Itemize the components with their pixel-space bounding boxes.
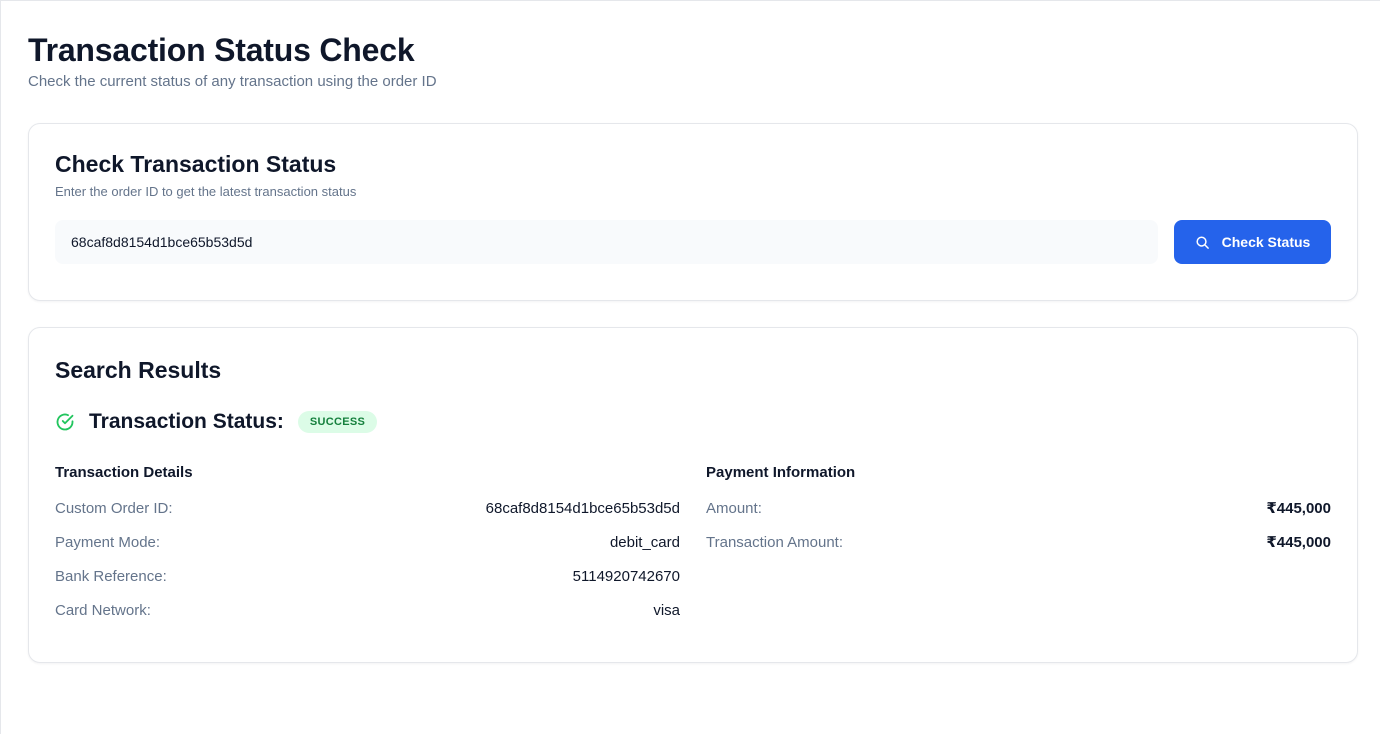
detail-label: Bank Reference:: [55, 568, 167, 585]
payment-row-amount: Amount: ₹445,000: [706, 500, 1331, 534]
status-badge: SUCCESS: [297, 411, 378, 433]
payment-row-transaction-amount: Transaction Amount: ₹445,000: [706, 534, 1331, 568]
detail-value: 68caf8d8154d1bce65b53d5d: [485, 500, 680, 517]
page: Transaction Status Check Check the curre…: [1, 1, 1380, 663]
detail-value: debit_card: [609, 534, 680, 551]
page-subtitle: Check the current status of any transact…: [28, 73, 437, 90]
search-results-title: Search Results: [55, 357, 222, 383]
check-status-button[interactable]: Check Status: [1174, 220, 1331, 264]
search-results-card: Search Results Transaction Status: SUCCE…: [28, 327, 1358, 663]
payment-information-title: Payment Information: [706, 464, 856, 481]
transaction-status-label: Transaction Status:: [89, 410, 284, 433]
detail-value: visa: [653, 602, 680, 619]
search-icon: [1195, 235, 1210, 250]
check-status-card-description: Enter the order ID to get the latest tra…: [55, 184, 357, 199]
detail-row-card-network: Card Network: visa: [55, 602, 680, 636]
transaction-status-row: Transaction Status: SUCCESS: [55, 410, 1331, 434]
detail-row-bank-reference: Bank Reference: 5114920742670: [55, 568, 680, 602]
order-id-input[interactable]: [55, 220, 1158, 264]
transaction-details-title: Transaction Details: [55, 464, 193, 481]
details-grid: Transaction Details Custom Order ID: 68c…: [55, 464, 1331, 636]
detail-label: Custom Order ID:: [55, 500, 173, 517]
check-status-button-label: Check Status: [1221, 234, 1311, 250]
search-row: Check Status: [55, 220, 1331, 264]
check-circle-icon: [55, 412, 75, 432]
detail-row-custom-order-id: Custom Order ID: 68caf8d8154d1bce65b53d5…: [55, 500, 680, 534]
transaction-details-section: Transaction Details Custom Order ID: 68c…: [55, 464, 680, 636]
payment-information-list: Amount: ₹445,000 Transaction Amount: ₹44…: [706, 500, 1331, 568]
transaction-details-list: Custom Order ID: 68caf8d8154d1bce65b53d5…: [55, 500, 680, 636]
detail-value: 5114920742670: [572, 568, 680, 585]
page-title: Transaction Status Check: [28, 32, 415, 68]
payment-value: ₹445,000: [1266, 534, 1331, 551]
check-status-card-title: Check Transaction Status: [55, 151, 337, 177]
payment-value: ₹445,000: [1266, 500, 1331, 517]
payment-label: Amount:: [706, 500, 762, 517]
payment-information-section: Payment Information Amount: ₹445,000 Tra…: [706, 464, 1331, 636]
detail-label: Payment Mode:: [55, 534, 161, 551]
detail-label: Card Network:: [55, 602, 151, 619]
detail-row-payment-mode: Payment Mode: debit_card: [55, 534, 680, 568]
payment-label: Transaction Amount:: [706, 534, 844, 551]
check-status-card: Check Transaction Status Enter the order…: [28, 123, 1358, 301]
